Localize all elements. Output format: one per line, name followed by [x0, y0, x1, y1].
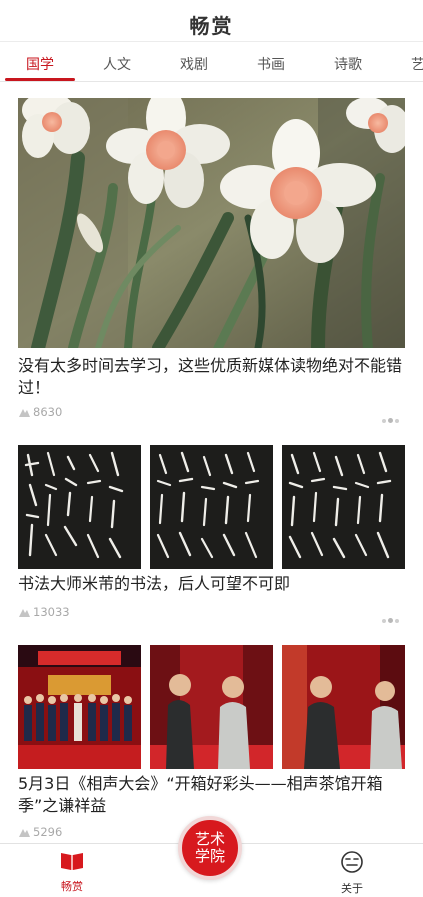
nav-item-about[interactable]: 关于 — [322, 850, 382, 896]
book-icon — [61, 853, 83, 870]
nav-label: 畅赏 — [61, 880, 83, 893]
center-button-line2: 学院 — [194, 847, 225, 865]
views-icon — [19, 608, 30, 617]
nav-item-changshang[interactable]: 畅赏 — [42, 850, 102, 894]
crosstalk-stage — [18, 645, 405, 769]
view-count-value: 13033 — [33, 605, 70, 619]
article-title[interactable]: 5月3日《相声大会》“开箱好彩头——相声茶馆开箱季”之谦祥益 — [18, 773, 405, 817]
page-title: 畅赏 — [189, 14, 234, 38]
article-image-calligraphy[interactable] — [18, 445, 405, 569]
more-options-icon[interactable] — [382, 618, 399, 623]
nav-label: 关于 — [341, 882, 363, 895]
face-icon — [341, 851, 363, 873]
tab-yi[interactable]: 艺 — [411, 54, 423, 74]
more-options-icon[interactable] — [382, 418, 399, 423]
app-header: 畅赏 — [0, 0, 423, 42]
active-tab-indicator — [5, 78, 75, 81]
tab-renwen[interactable]: 人文 — [103, 54, 131, 74]
view-count-value: 5296 — [33, 825, 63, 839]
article-title[interactable]: 没有太多时间去学习，这些优质新媒体读物绝对不能错过！ — [18, 355, 405, 399]
tab-shige[interactable]: 诗歌 — [334, 54, 362, 74]
tab-xiju[interactable]: 戏剧 — [180, 54, 208, 74]
tab-guoxue[interactable]: 国学 — [26, 54, 54, 74]
article-feed[interactable]: 没有太多时间去学习，这些优质新媒体读物绝对不能错过！ 8630 书法大师米芾的书… — [0, 83, 423, 843]
view-count-value: 8630 — [33, 405, 63, 419]
article-image-crosstalk[interactable] — [18, 645, 405, 769]
view-count: 13033 — [18, 605, 70, 619]
view-count: 8630 — [18, 405, 62, 419]
article-title[interactable]: 书法大师米芾的书法，后人可望不可即 — [18, 573, 405, 595]
art-academy-button[interactable]: 艺术 学院 — [178, 816, 242, 880]
view-count: 5296 — [18, 825, 62, 839]
article-image-daffodils[interactable] — [18, 98, 405, 348]
tab-shuhua[interactable]: 书画 — [257, 54, 285, 74]
daffodil-painting — [18, 98, 405, 348]
calligraphy-panels — [18, 445, 405, 569]
center-button-line1: 艺术 — [194, 830, 225, 848]
views-icon — [19, 408, 30, 417]
category-tabs: 国学 人文 戏剧 书画 诗歌 艺 — [0, 42, 423, 82]
views-icon — [19, 828, 30, 837]
